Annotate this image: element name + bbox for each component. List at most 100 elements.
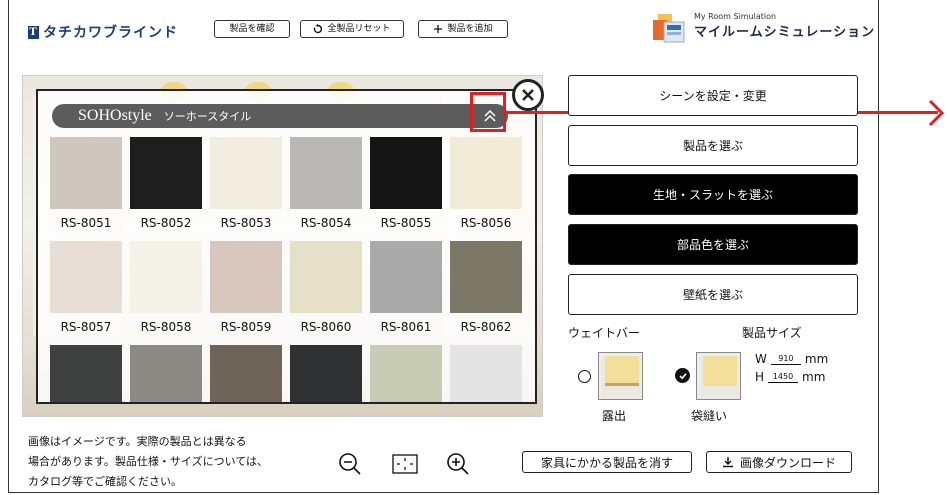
room-simulation-icon: [650, 12, 686, 44]
fabric-swatch-image[interactable]: [210, 241, 282, 313]
fabric-swatch-image[interactable]: [370, 137, 442, 209]
fabric-swatch-image[interactable]: [450, 241, 522, 313]
confirm-product-label: 製品を確認: [229, 24, 275, 34]
height-unit: mm: [802, 370, 826, 384]
scene-button[interactable]: シーンを設定・変更: [568, 75, 858, 116]
fabric-swatch-code: RS-8052: [140, 216, 192, 230]
weight-bar-pocket-label: 袋縫い: [691, 409, 728, 423]
fabric-swatch[interactable]: RS-8059: [210, 241, 282, 345]
download-icon: [722, 457, 733, 468]
select-fabric-button[interactable]: 生地・スラットを選ぶ: [568, 174, 858, 215]
fabric-swatch-code: RS-8062: [460, 320, 512, 334]
reset-icon: [314, 24, 323, 34]
fabric-swatch-code: RS-8051: [60, 216, 112, 230]
fabric-swatch-image[interactable]: [370, 241, 442, 313]
select-fabric-label: 生地・スラットを選ぶ: [652, 188, 773, 202]
fabric-swatch-code: RS-8060: [300, 320, 352, 334]
scene-label: シーンを設定・変更: [659, 89, 767, 103]
disclaimer-line: 場合があります。製品仕様・サイズについては、: [28, 455, 269, 468]
fabric-swatch[interactable]: RS-8061: [370, 241, 442, 345]
swatch-grid: RS-8051 RS-8052 RS-8053 RS-8054 RS-8055 RS-80…: [50, 137, 530, 402]
app-title-ja: マイルームシミュレーション: [694, 25, 876, 40]
width-unit: mm: [804, 352, 829, 366]
brand-logo[interactable]: T タチカワブラインド: [28, 22, 178, 42]
select-wallpaper-label: 壁紙を選ぶ: [682, 288, 743, 302]
fabric-swatch-image[interactable]: [50, 137, 122, 209]
app-title-en: My Room Simulation: [694, 12, 777, 21]
fabric-swatch-code: RS-8061: [380, 320, 432, 334]
fabric-swatch[interactable]: [450, 345, 522, 402]
fabric-swatch[interactable]: [50, 345, 122, 402]
fabric-swatch[interactable]: [130, 345, 202, 402]
disclaimer-text: 画像はイメージです。実際の製品とは異なる 場合があります。製品仕様・サイズについ…: [28, 432, 308, 492]
height-value[interactable]: 1450: [768, 372, 799, 383]
fabric-swatch[interactable]: RS-8053: [210, 137, 282, 241]
fabric-swatch-image[interactable]: [50, 345, 122, 402]
fabric-swatch-code: RS-8059: [220, 320, 272, 334]
zoom-in-icon: [447, 453, 469, 475]
fabric-swatch-image[interactable]: [290, 137, 362, 209]
fabric-swatch-code: RS-8055: [380, 216, 432, 230]
fabric-swatch[interactable]: [210, 345, 282, 402]
zoom-in-button[interactable]: [443, 449, 473, 479]
width-value[interactable]: 910: [770, 354, 801, 365]
select-parts-color-label: 部品色を選ぶ: [676, 238, 749, 252]
fabric-panel: SOHOstyle ソーホースタイル RS-8051 RS-8052 RS-8053…: [36, 89, 537, 404]
fabric-swatch-image[interactable]: [370, 345, 442, 402]
fabric-swatch-code: RS-8058: [140, 320, 192, 334]
fabric-swatch-code: RS-8056: [460, 216, 512, 230]
fabric-swatch[interactable]: RS-8060: [290, 241, 362, 345]
fabric-swatch[interactable]: RS-8062: [450, 241, 522, 345]
select-wallpaper-button[interactable]: 壁紙を選ぶ: [568, 274, 858, 315]
weight-bar-pocket-thumb[interactable]: [696, 352, 741, 400]
reset-all-label: 全製品リセット: [327, 24, 391, 34]
fabric-swatch-image[interactable]: [290, 345, 362, 402]
fabric-swatch[interactable]: [290, 345, 362, 402]
series-header[interactable]: SOHOstyle ソーホースタイル: [52, 104, 508, 128]
fabric-swatch-image[interactable]: [50, 241, 122, 313]
highlight-box: [470, 92, 506, 132]
fabric-swatch[interactable]: [370, 345, 442, 402]
height-letter: H: [755, 370, 765, 384]
fabric-swatch-image[interactable]: [130, 345, 202, 402]
weight-bar-label: ウェイトバー: [568, 326, 641, 340]
fabric-swatch[interactable]: RS-8052: [130, 137, 202, 241]
zoom-out-icon: [339, 453, 361, 475]
fabric-swatch[interactable]: RS-8058: [130, 241, 202, 345]
fabric-swatch[interactable]: RS-8054: [290, 137, 362, 241]
fabric-swatch-image[interactable]: [290, 241, 362, 313]
weight-bar-exposed-radio[interactable]: [578, 370, 591, 383]
fabric-swatch[interactable]: RS-8051: [50, 137, 122, 241]
remove-furniture-products-button[interactable]: 家具にかかる製品を消す: [522, 451, 692, 473]
download-image-label: 画像ダウンロード: [739, 455, 836, 470]
select-product-button[interactable]: 製品を選ぶ: [568, 125, 858, 166]
fabric-swatch-image[interactable]: [450, 137, 522, 209]
fabric-swatch[interactable]: RS-8055: [370, 137, 442, 241]
height-row: H 1450 mm: [755, 370, 825, 384]
fabric-swatch-code: RS-8054: [300, 216, 352, 230]
fabric-swatch-image[interactable]: [130, 137, 202, 209]
fabric-swatch-code: RS-8057: [60, 320, 112, 334]
fabric-swatch[interactable]: RS-8056: [450, 137, 522, 241]
width-letter: W: [755, 352, 767, 366]
fabric-swatch-image[interactable]: [130, 241, 202, 313]
download-image-button[interactable]: 画像ダウンロード: [706, 451, 852, 473]
confirm-product-button[interactable]: 製品を確認: [214, 20, 290, 38]
fabric-swatch-code: RS-8053: [220, 216, 272, 230]
app-title: My Room Simulation マイルームシミュレーション: [650, 12, 875, 44]
weight-bar-pocket-selected-check-icon[interactable]: [675, 368, 690, 383]
fabric-swatch-image[interactable]: [450, 345, 522, 402]
fabric-swatch[interactable]: RS-8057: [50, 241, 122, 345]
close-panel-button[interactable]: [512, 79, 544, 111]
zoom-out-button[interactable]: [335, 449, 365, 479]
fit-view-button[interactable]: [390, 449, 420, 479]
add-product-button[interactable]: 製品を追加: [418, 20, 508, 38]
close-icon: [522, 89, 534, 101]
brand-mark-icon: T: [28, 25, 39, 39]
weight-bar-exposed-thumb[interactable]: [598, 352, 643, 400]
reset-all-button[interactable]: 全製品リセット: [300, 20, 404, 38]
series-name-ja: ソーホースタイル: [163, 110, 252, 123]
fabric-swatch-image[interactable]: [210, 137, 282, 209]
select-parts-color-button[interactable]: 部品色を選ぶ: [568, 224, 858, 265]
fabric-swatch-image[interactable]: [210, 345, 282, 402]
